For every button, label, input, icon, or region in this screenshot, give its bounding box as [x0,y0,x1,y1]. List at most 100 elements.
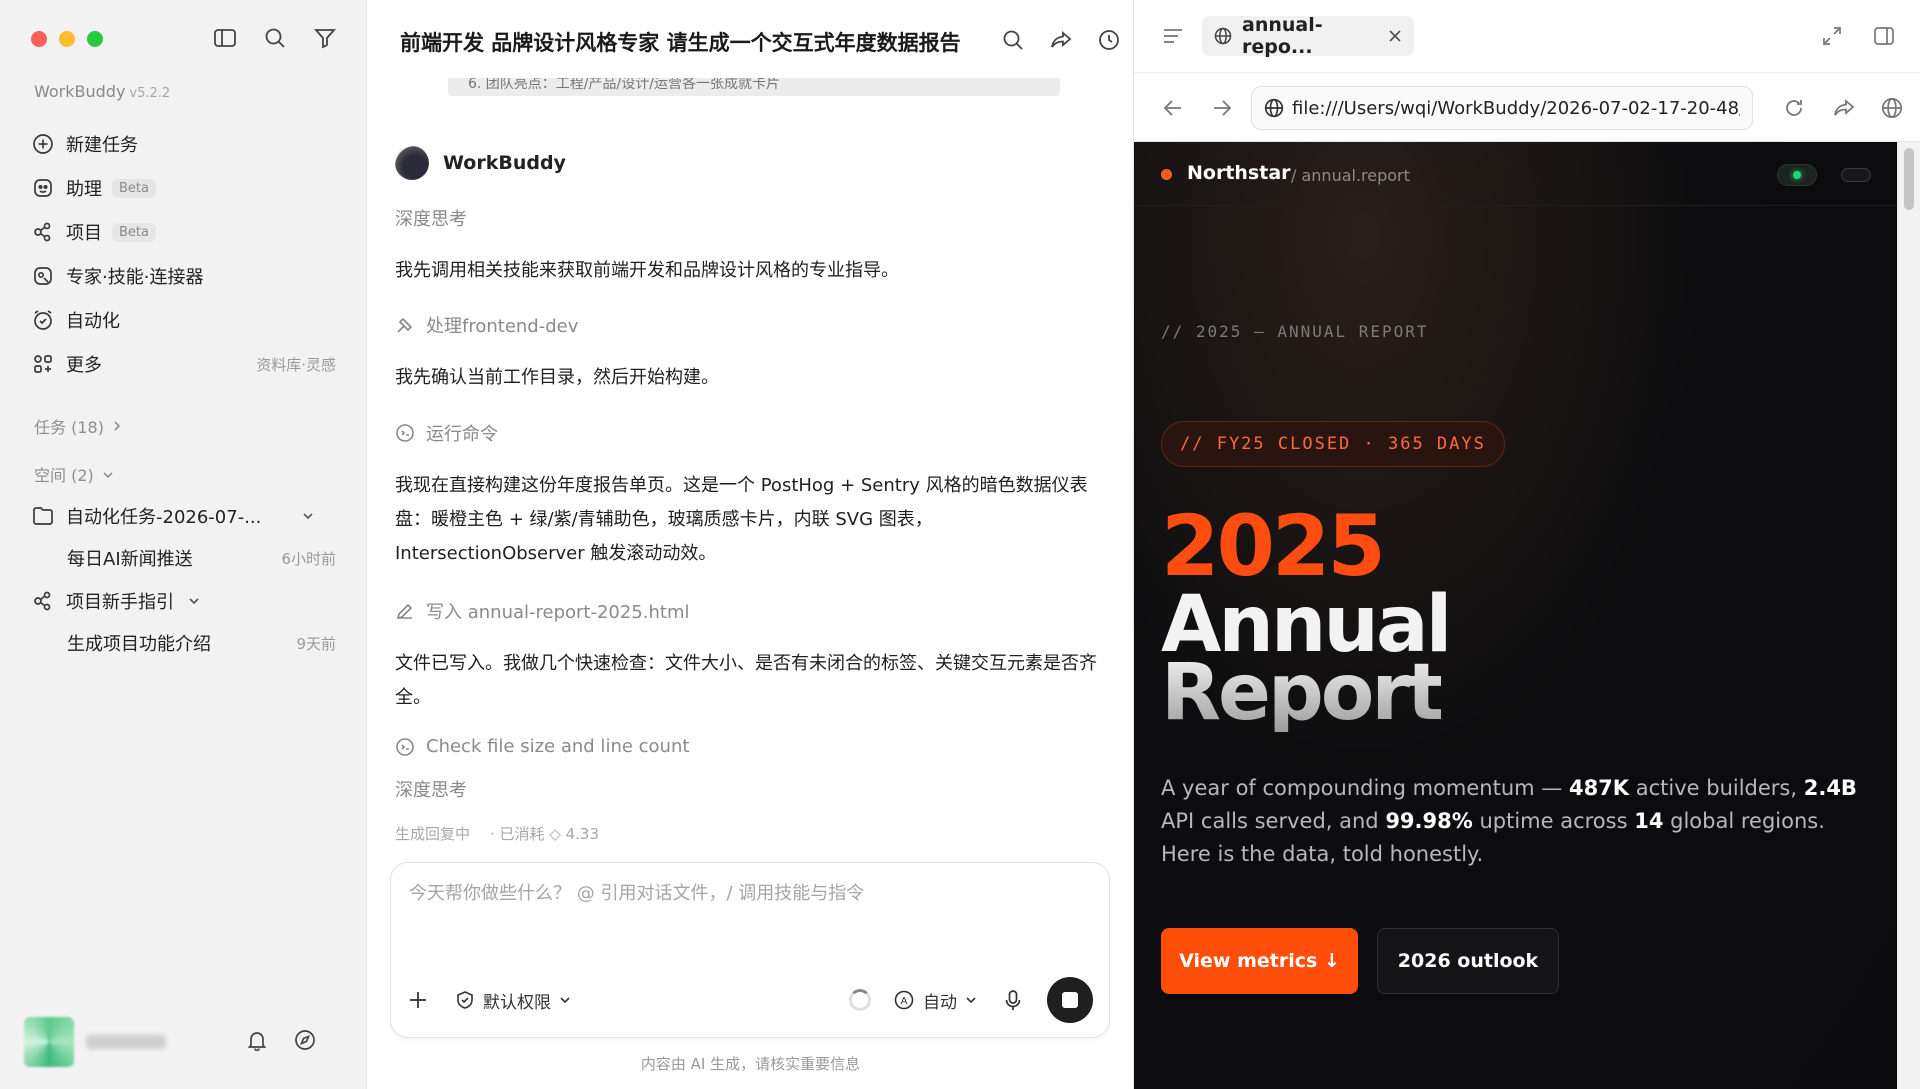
url-input[interactable] [1292,97,1740,119]
prompt-input[interactable] [409,879,1089,939]
chevron-down-icon[interactable] [302,511,314,521]
author-name: WorkBuddy [443,152,566,174]
spaces-section-toggle[interactable]: 空间 (2) [34,462,114,486]
chevron-right-icon [112,417,122,436]
beta-badge: Beta [112,178,156,198]
app-brand: WorkBuddy v5.2.2 [34,82,170,101]
microphone-button[interactable] [1003,980,1023,1020]
close-window-button[interactable] [31,31,47,47]
hero-title-line2: Report [1161,648,1444,738]
tab-list-icon[interactable] [1160,23,1186,49]
theme-toggle[interactable] [1841,168,1871,182]
tasks-section-label: 任务 (18) [34,418,104,437]
status-dot [1793,171,1801,179]
permission-selector[interactable]: 默认权限 [455,980,571,1020]
expand-icon[interactable] [1819,23,1845,49]
spaces-section-label: 空间 (2) [34,466,94,485]
view-metrics-button[interactable]: View metrics ↓ [1161,928,1358,994]
minimize-window-button[interactable] [59,31,75,47]
forward-arrow-icon[interactable] [1209,95,1235,121]
compass-icon[interactable] [294,1029,316,1055]
page-scrollbar[interactable] [1897,142,1920,1089]
url-field[interactable] [1251,86,1753,130]
page-navbar: Northstar / annual.report [1134,142,1898,206]
attach-button[interactable] [407,980,429,1020]
folder-label: 项目新手指引 [66,592,174,613]
web-page-content: Northstar / annual.report // 2025 — ANNU… [1134,142,1898,1089]
mode-selector[interactable]: A 自动 [893,980,977,1020]
scrollbar-thumb[interactable] [1904,148,1914,210]
task-time: 9天前 [296,634,336,653]
tool-call-write-file[interactable]: 写入 annual-report-2025.html [395,598,1107,624]
split-view-icon[interactable] [1871,23,1897,49]
chevron-down-icon [560,997,570,1004]
search-icon[interactable] [263,26,287,50]
tool-call-frontend-dev[interactable]: 处理frontend-dev [395,312,1107,338]
search-icon[interactable] [1002,29,1024,55]
auto-mode-icon: A [894,990,914,1010]
outlook-button[interactable]: 2026 outlook [1377,928,1559,994]
status-cost: · 已消耗 ◇ 4.33 [490,825,600,843]
space-folder-automation[interactable]: 自动化任务-2026-07-... [32,496,336,536]
tasks-section-toggle[interactable]: 任务 (18) [34,414,122,438]
thinking-toggle[interactable]: 深度思考 [395,205,1107,231]
tool-call-check-file[interactable]: Check file size and line count [395,736,1107,757]
globe-icon[interactable] [1879,95,1905,121]
chat-header: 前端开发 品牌设计风格专家 请生成一个交互式年度数据报告 [400,22,1120,62]
fy-status-chip: // FY25 CLOSED · 365 DAYS [1161,421,1505,467]
lede-text: uptime across [1472,809,1635,833]
sidebar-item-label: 项目 [66,223,102,244]
chevron-down-icon[interactable] [188,596,200,606]
page-brand[interactable]: Northstar [1187,162,1291,184]
tool-label: Check file size and line count [426,736,690,757]
sidebar: WorkBuddy v5.2.2 新建任务 助理 Beta 项目 Beta 专家·… [0,0,367,1089]
task-time: 6小时前 [281,549,336,568]
page-slug: / annual.report [1291,166,1410,185]
tool-call-run-command[interactable]: 运行命令 [395,420,1107,446]
app-version: v5.2.2 [129,86,171,101]
app-name: WorkBuddy [34,82,126,101]
message-author: WorkBuddy [395,146,1107,180]
sidebar-item-automation[interactable]: 自动化 [32,298,336,342]
sidebar-item-label: 助理 [66,179,102,200]
space-folder-onboarding[interactable]: 项目新手指引 [32,581,336,621]
lede-text: API calls served, and [1161,809,1386,833]
stat-regions: 14 [1634,809,1664,833]
sidebar-item-more[interactable]: 更多 资料库·灵感 [32,342,336,386]
back-arrow-icon[interactable] [1160,95,1186,121]
lede-text: active builders, [1629,776,1804,800]
chevron-down-icon [102,465,114,484]
sidebar-toggle-icon[interactable] [213,26,237,50]
zoom-window-button[interactable] [87,31,103,47]
browser-tab-annual-report[interactable]: annual-repo... [1202,14,1414,58]
user-name-redacted [86,1035,166,1049]
thinking-toggle[interactable]: 深度思考 [395,776,1107,802]
share-icon[interactable] [1831,95,1857,121]
sidebar-item-projects[interactable]: 项目 Beta [32,210,336,254]
lede-text: A year of compounding momentum — [1161,776,1569,800]
sidebar-item-label: 专家·技能·连接器 [66,267,204,288]
project-icon [32,590,54,612]
sidebar-item-new-task[interactable]: 新建任务 [32,122,336,166]
sidebar-item-experts[interactable]: 专家·技能·连接器 [32,254,336,298]
close-icon[interactable] [1388,29,1402,43]
history-icon[interactable] [1098,29,1120,55]
bell-icon[interactable] [246,1029,268,1055]
sidebar-item-assistant[interactable]: 助理 Beta [32,166,336,210]
plus-circle-icon [32,133,54,155]
hero-lede: A year of compounding momentum — 487K ac… [1161,772,1881,871]
stop-generation-button[interactable] [1047,977,1093,1023]
task-item-daily-ai-news[interactable]: 每日AI新闻推送 6小时前 [67,538,336,578]
plus-icon [410,992,426,1008]
filter-icon[interactable] [313,26,337,50]
message-paragraph: 我现在直接构建这份年度报告单页。这是一个 PostHog + Sentry 风格… [395,475,1088,564]
message-paragraph: 我先确认当前工作目录，然后开始构建。 [395,367,719,388]
avatar[interactable] [24,1017,74,1067]
terminal-icon [395,737,415,757]
composer: 默认权限 A 自动 [390,862,1110,1038]
status-indicator-toggle[interactable] [1777,164,1817,186]
reload-icon[interactable] [1781,95,1807,121]
task-item-project-intro[interactable]: 生成项目功能介绍 9天前 [67,623,336,663]
share-icon[interactable] [1050,29,1072,55]
sidebar-item-hint: 资料库·灵感 [256,355,336,374]
